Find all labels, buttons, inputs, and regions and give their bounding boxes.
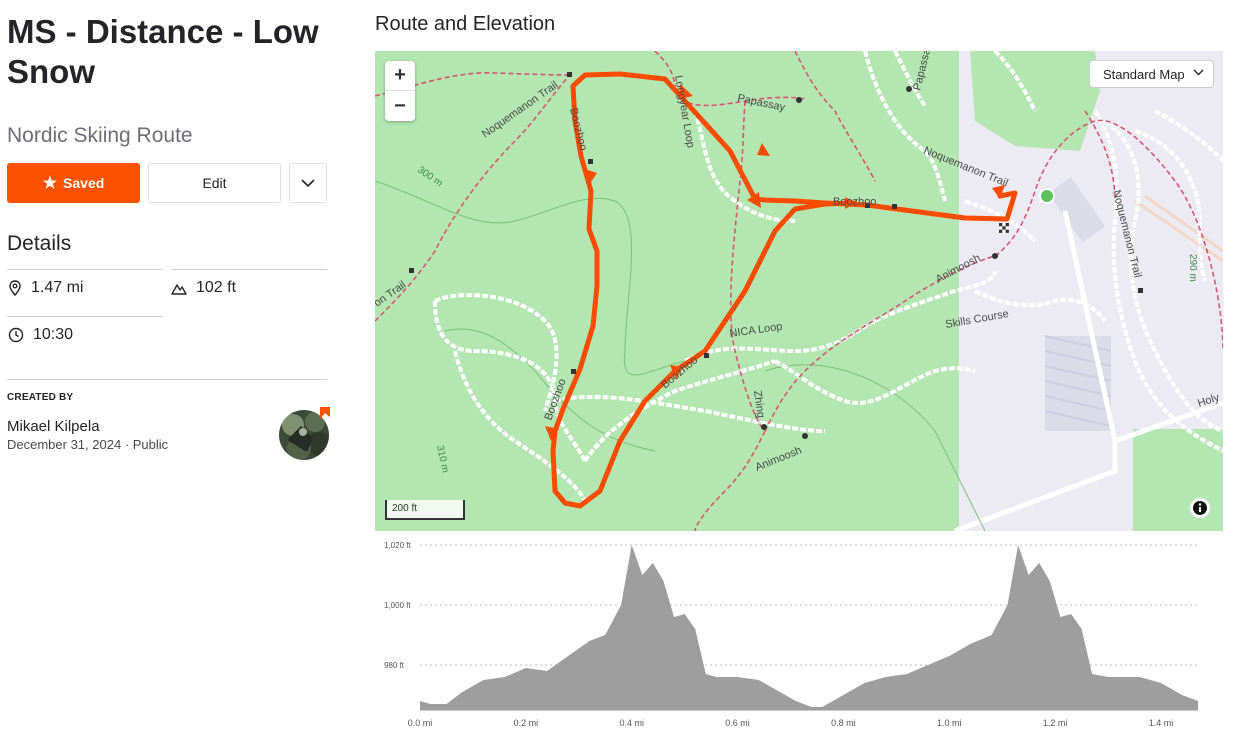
elevation-area — [420, 545, 1198, 710]
distance-value: 1.47 mi — [31, 279, 84, 296]
map-canvas[interactable]: Noquemanon Trail Noquemanon Trail Noquem… — [375, 51, 1223, 531]
map-style-value: Standard Map — [1103, 66, 1185, 82]
x-tick-label: 1.0 mi — [937, 718, 962, 728]
y-tick-label: 1,000 ft — [384, 601, 411, 610]
zoom-in-button[interactable]: + — [385, 61, 415, 91]
label-zhing: Zhing — [751, 390, 767, 419]
label-noquemanon-trail-nw: Noquemanon Trail — [480, 79, 561, 140]
chevron-down-icon — [301, 178, 315, 187]
y-tick-label: 980 ft — [384, 661, 405, 670]
elevation-plot: 1,020 ft 1,000 ft 980 ft 0.0 mi 0.2 mi 0.4 mi… — [384, 541, 1198, 728]
elevation-stat: 102 ft — [171, 279, 236, 297]
zoom-out-button[interactable]: − — [385, 91, 415, 121]
elevation-value: 102 ft — [196, 279, 237, 296]
y-tick-label: 1,020 ft — [384, 541, 411, 550]
section-divider — [7, 379, 327, 380]
distance-stat: 1.47 mi — [8, 279, 83, 297]
map-style-select[interactable]: Standard Map — [1089, 60, 1214, 88]
info-icon[interactable] — [1190, 498, 1210, 518]
subscriber-badge-icon — [320, 407, 330, 419]
details-heading: Details — [7, 232, 72, 255]
created-date: December 31, 2024 — [7, 437, 122, 452]
section-title: Route and Elevation — [375, 13, 556, 35]
created-by-label: CREATED BY — [7, 392, 74, 403]
label-animoosh-1: Animoosh — [754, 444, 804, 473]
label-boozhoo-1: Boozhoo — [567, 107, 589, 152]
time-value: 10:30 — [33, 326, 74, 343]
map-scale: 200 ft — [385, 500, 465, 520]
chevron-down-icon — [1193, 69, 1204, 76]
saved-button[interactable]: ★ Saved — [7, 163, 140, 203]
more-options-button[interactable] — [289, 163, 327, 203]
x-tick-label: 0.2 mi — [514, 718, 539, 728]
saved-button-label: Saved — [63, 175, 105, 191]
location-pin-icon — [9, 280, 21, 296]
stat-divider — [7, 316, 163, 317]
x-tick-label: 1.4 mi — [1149, 718, 1174, 728]
meta-separator: · — [124, 437, 133, 452]
mountain-icon — [171, 283, 187, 295]
label-boozhoo-4: Boozhoo — [659, 354, 700, 391]
x-tick-label: 0.4 mi — [619, 718, 644, 728]
label-contour-290: 290 m — [1187, 254, 1198, 282]
route-title: MS - Distance - Low Snow — [7, 13, 319, 90]
edit-button[interactable]: Edit — [148, 163, 281, 203]
clock-icon — [8, 327, 24, 343]
creator-name[interactable]: Mikael Kilpela — [7, 418, 100, 435]
x-tick-label: 0.8 mi — [831, 718, 856, 728]
stat-divider — [171, 269, 327, 270]
visibility: Public — [132, 437, 169, 452]
star-icon: ★ — [42, 175, 58, 192]
label-nica-loop: NICA Loop — [729, 321, 783, 340]
creator-meta: December 31, 2024 · Public — [7, 437, 168, 452]
route-type: Nordic Skiing Route — [7, 124, 193, 147]
time-stat: 10:30 — [8, 326, 73, 344]
label-boozhoo-2: Boozhoo — [833, 196, 876, 208]
stat-divider — [7, 269, 163, 270]
x-tick-label: 0.0 mi — [408, 718, 433, 728]
elevation-chart[interactable]: 1,020 ft 1,000 ft 980 ft 0.0 mi 0.2 mi 0.4 mi… — [375, 535, 1230, 747]
label-contour-310: 310 m — [434, 444, 451, 473]
zoom-controls: + − — [385, 61, 415, 121]
label-contour-300: 300 m — [415, 164, 444, 189]
x-tick-label: 1.2 mi — [1043, 718, 1068, 728]
label-papassay-2: Papassay — [911, 51, 934, 92]
label-noquemanon-trail-w: on Trail — [375, 279, 408, 310]
route-map[interactable]: Noquemanon Trail Noquemanon Trail Noquem… — [375, 51, 1223, 531]
x-tick-label: 0.6 mi — [725, 718, 750, 728]
